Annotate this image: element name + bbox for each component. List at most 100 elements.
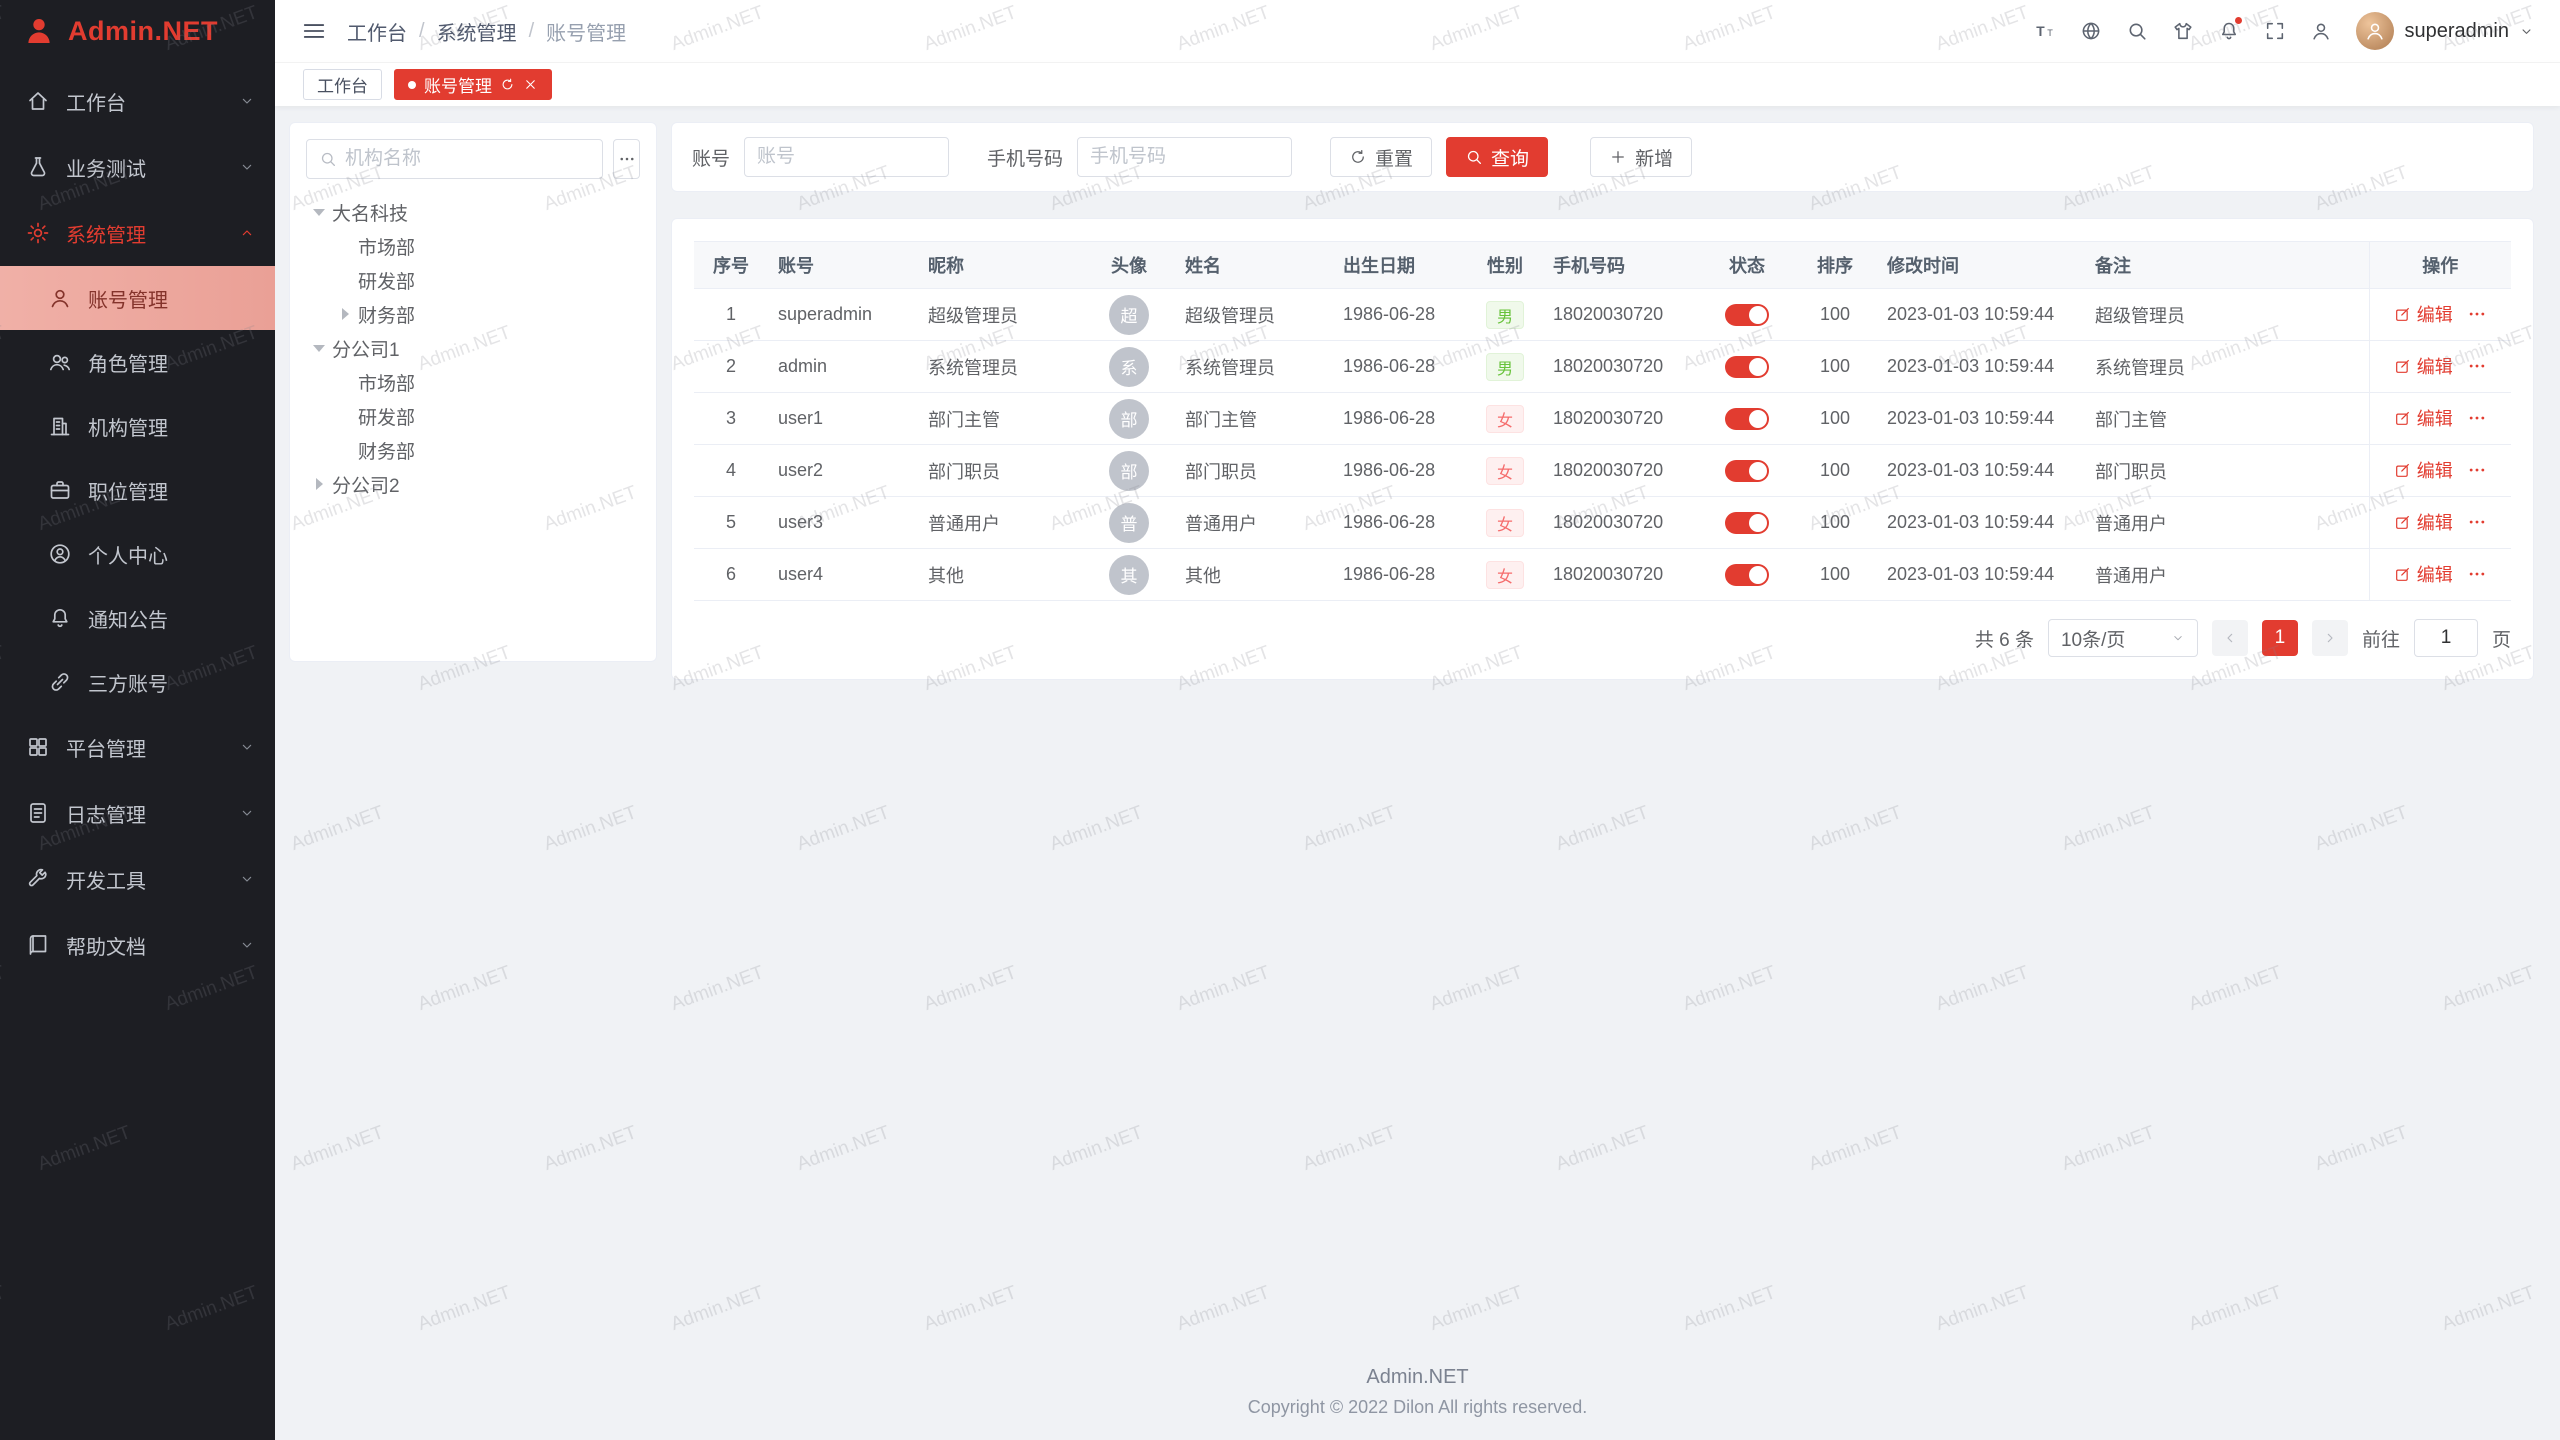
column-header: 备注 (2085, 242, 2369, 289)
sidebar-item-dev-tools[interactable]: 开发工具 (0, 846, 275, 912)
users-icon (48, 350, 72, 374)
tab-workbench[interactable]: 工作台 (303, 69, 382, 100)
more-actions-button[interactable] (2467, 512, 2487, 532)
status-toggle[interactable] (1725, 564, 1769, 586)
tree-node[interactable]: 财务部 (306, 433, 640, 467)
sidebar-item-position-mgmt[interactable]: 职位管理 (0, 458, 275, 522)
edit-button[interactable]: 编辑 (2394, 457, 2453, 483)
cell-gender: 女 (1467, 445, 1543, 497)
theme-skin-icon[interactable] (2162, 10, 2204, 52)
cell-sort: 100 (1793, 549, 1877, 601)
goto-page-input[interactable] (2414, 619, 2478, 657)
search-icon (319, 150, 337, 168)
tree-node[interactable]: 大名科技 (306, 195, 640, 229)
logo[interactable]: Admin.NET (0, 0, 275, 62)
org-more-button[interactable] (613, 139, 640, 179)
sidebar-item-log-mgmt[interactable]: 日志管理 (0, 780, 275, 846)
tree-node[interactable]: 市场部 (306, 365, 640, 399)
add-button[interactable]: 新增 (1590, 137, 1692, 177)
logo-icon (22, 14, 56, 48)
breadcrumb-item[interactable]: 系统管理 (437, 17, 517, 46)
breadcrumb-item[interactable]: 工作台 (347, 17, 407, 46)
tab-close-icon[interactable] (523, 77, 538, 92)
sidebar-item-system-mgmt[interactable]: 系统管理 (0, 200, 275, 266)
edit-button[interactable]: 编辑 (2394, 301, 2453, 327)
fullscreen-icon[interactable] (2254, 10, 2296, 52)
font-size-icon[interactable]: TT (2024, 10, 2066, 52)
current-page[interactable]: 1 (2262, 620, 2298, 656)
edit-button[interactable]: 编辑 (2394, 561, 2453, 587)
notification-bell-icon[interactable] (2208, 10, 2250, 52)
sidebar-item-workbench[interactable]: 工作台 (0, 68, 275, 134)
document-icon (26, 801, 50, 825)
next-page-button[interactable] (2312, 620, 2348, 656)
tab-refresh-icon[interactable] (500, 77, 515, 92)
search-label: 查询 (1491, 144, 1529, 171)
cell-sort: 100 (1793, 393, 1877, 445)
search-button[interactable]: 查询 (1446, 137, 1548, 177)
edit-label: 编辑 (2417, 353, 2453, 379)
sidebar-item-platform-mgmt[interactable]: 平台管理 (0, 714, 275, 780)
tree-node[interactable]: 分公司2 (306, 467, 640, 501)
status-toggle[interactable] (1725, 304, 1769, 326)
tree-caret-down-icon[interactable] (306, 345, 332, 352)
tree-node[interactable]: 市场部 (306, 229, 640, 263)
status-toggle[interactable] (1725, 356, 1769, 378)
edit-button[interactable]: 编辑 (2394, 509, 2453, 535)
chevron-down-icon (239, 937, 255, 953)
tree-node-label: 市场部 (358, 369, 415, 396)
more-actions-button[interactable] (2467, 460, 2487, 480)
more-icon (618, 150, 636, 168)
tree-caret-right-icon[interactable] (332, 308, 358, 320)
tree-node[interactable]: 财务部 (306, 297, 640, 331)
sidebar-item-role-mgmt[interactable]: 角色管理 (0, 330, 275, 394)
cell-sort: 100 (1793, 497, 1877, 549)
cell-no: 3 (694, 393, 768, 445)
cell-birthdate: 1986-06-28 (1333, 445, 1467, 497)
user-icon[interactable] (2300, 10, 2342, 52)
column-header: 出生日期 (1333, 242, 1467, 289)
cell-avatar: 其 (1083, 549, 1175, 601)
sidebar-item-notice[interactable]: 通知公告 (0, 586, 275, 650)
org-search-field[interactable] (306, 139, 603, 179)
gender-badge: 女 (1486, 405, 1524, 433)
status-toggle[interactable] (1725, 512, 1769, 534)
cell-birthdate: 1986-06-28 (1333, 497, 1467, 549)
globe-icon[interactable] (2070, 10, 2112, 52)
more-actions-button[interactable] (2467, 356, 2487, 376)
sidebar-item-help-docs[interactable]: 帮助文档 (0, 912, 275, 978)
hamburger-menu-icon[interactable] (301, 18, 327, 44)
cell-actions: 编辑 (2369, 393, 2511, 445)
sidebar-menu: 工作台业务测试系统管理账号管理角色管理机构管理职位管理个人中心通知公告三方账号平… (0, 62, 275, 1440)
sidebar-item-personal-center[interactable]: 个人中心 (0, 522, 275, 586)
edit-button[interactable]: 编辑 (2394, 405, 2453, 431)
more-actions-button[interactable] (2467, 408, 2487, 428)
reset-button[interactable]: 重置 (1330, 137, 1432, 177)
more-actions-button[interactable] (2467, 564, 2487, 584)
cell-avatar: 普 (1083, 497, 1175, 549)
org-search-input[interactable] (345, 148, 590, 170)
tree-caret-right-icon[interactable] (306, 478, 332, 490)
edit-button[interactable]: 编辑 (2394, 353, 2453, 379)
status-toggle[interactable] (1725, 408, 1769, 430)
user-menu[interactable]: superadmin (2356, 12, 2534, 50)
sidebar-item-org-mgmt[interactable]: 机构管理 (0, 394, 275, 458)
more-actions-button[interactable] (2467, 304, 2487, 324)
cell-status (1701, 549, 1793, 601)
tree-caret-down-icon[interactable] (306, 209, 332, 216)
cell-remark: 系统管理员 (2085, 341, 2369, 393)
page-size-select[interactable]: 10条/页 (2048, 619, 2198, 657)
account-input[interactable] (744, 137, 949, 177)
tree-node[interactable]: 研发部 (306, 263, 640, 297)
phone-input[interactable] (1077, 137, 1292, 177)
breadcrumb-item[interactable]: 账号管理 (546, 17, 626, 46)
search-icon[interactable] (2116, 10, 2158, 52)
sidebar-item-business-test[interactable]: 业务测试 (0, 134, 275, 200)
status-toggle[interactable] (1725, 460, 1769, 482)
sidebar-item-account-mgmt[interactable]: 账号管理 (0, 266, 275, 330)
tab-account-mgmt[interactable]: 账号管理 (394, 69, 552, 100)
tree-node[interactable]: 研发部 (306, 399, 640, 433)
tree-node[interactable]: 分公司1 (306, 331, 640, 365)
sidebar-item-third-party-account[interactable]: 三方账号 (0, 650, 275, 714)
prev-page-button[interactable] (2212, 620, 2248, 656)
